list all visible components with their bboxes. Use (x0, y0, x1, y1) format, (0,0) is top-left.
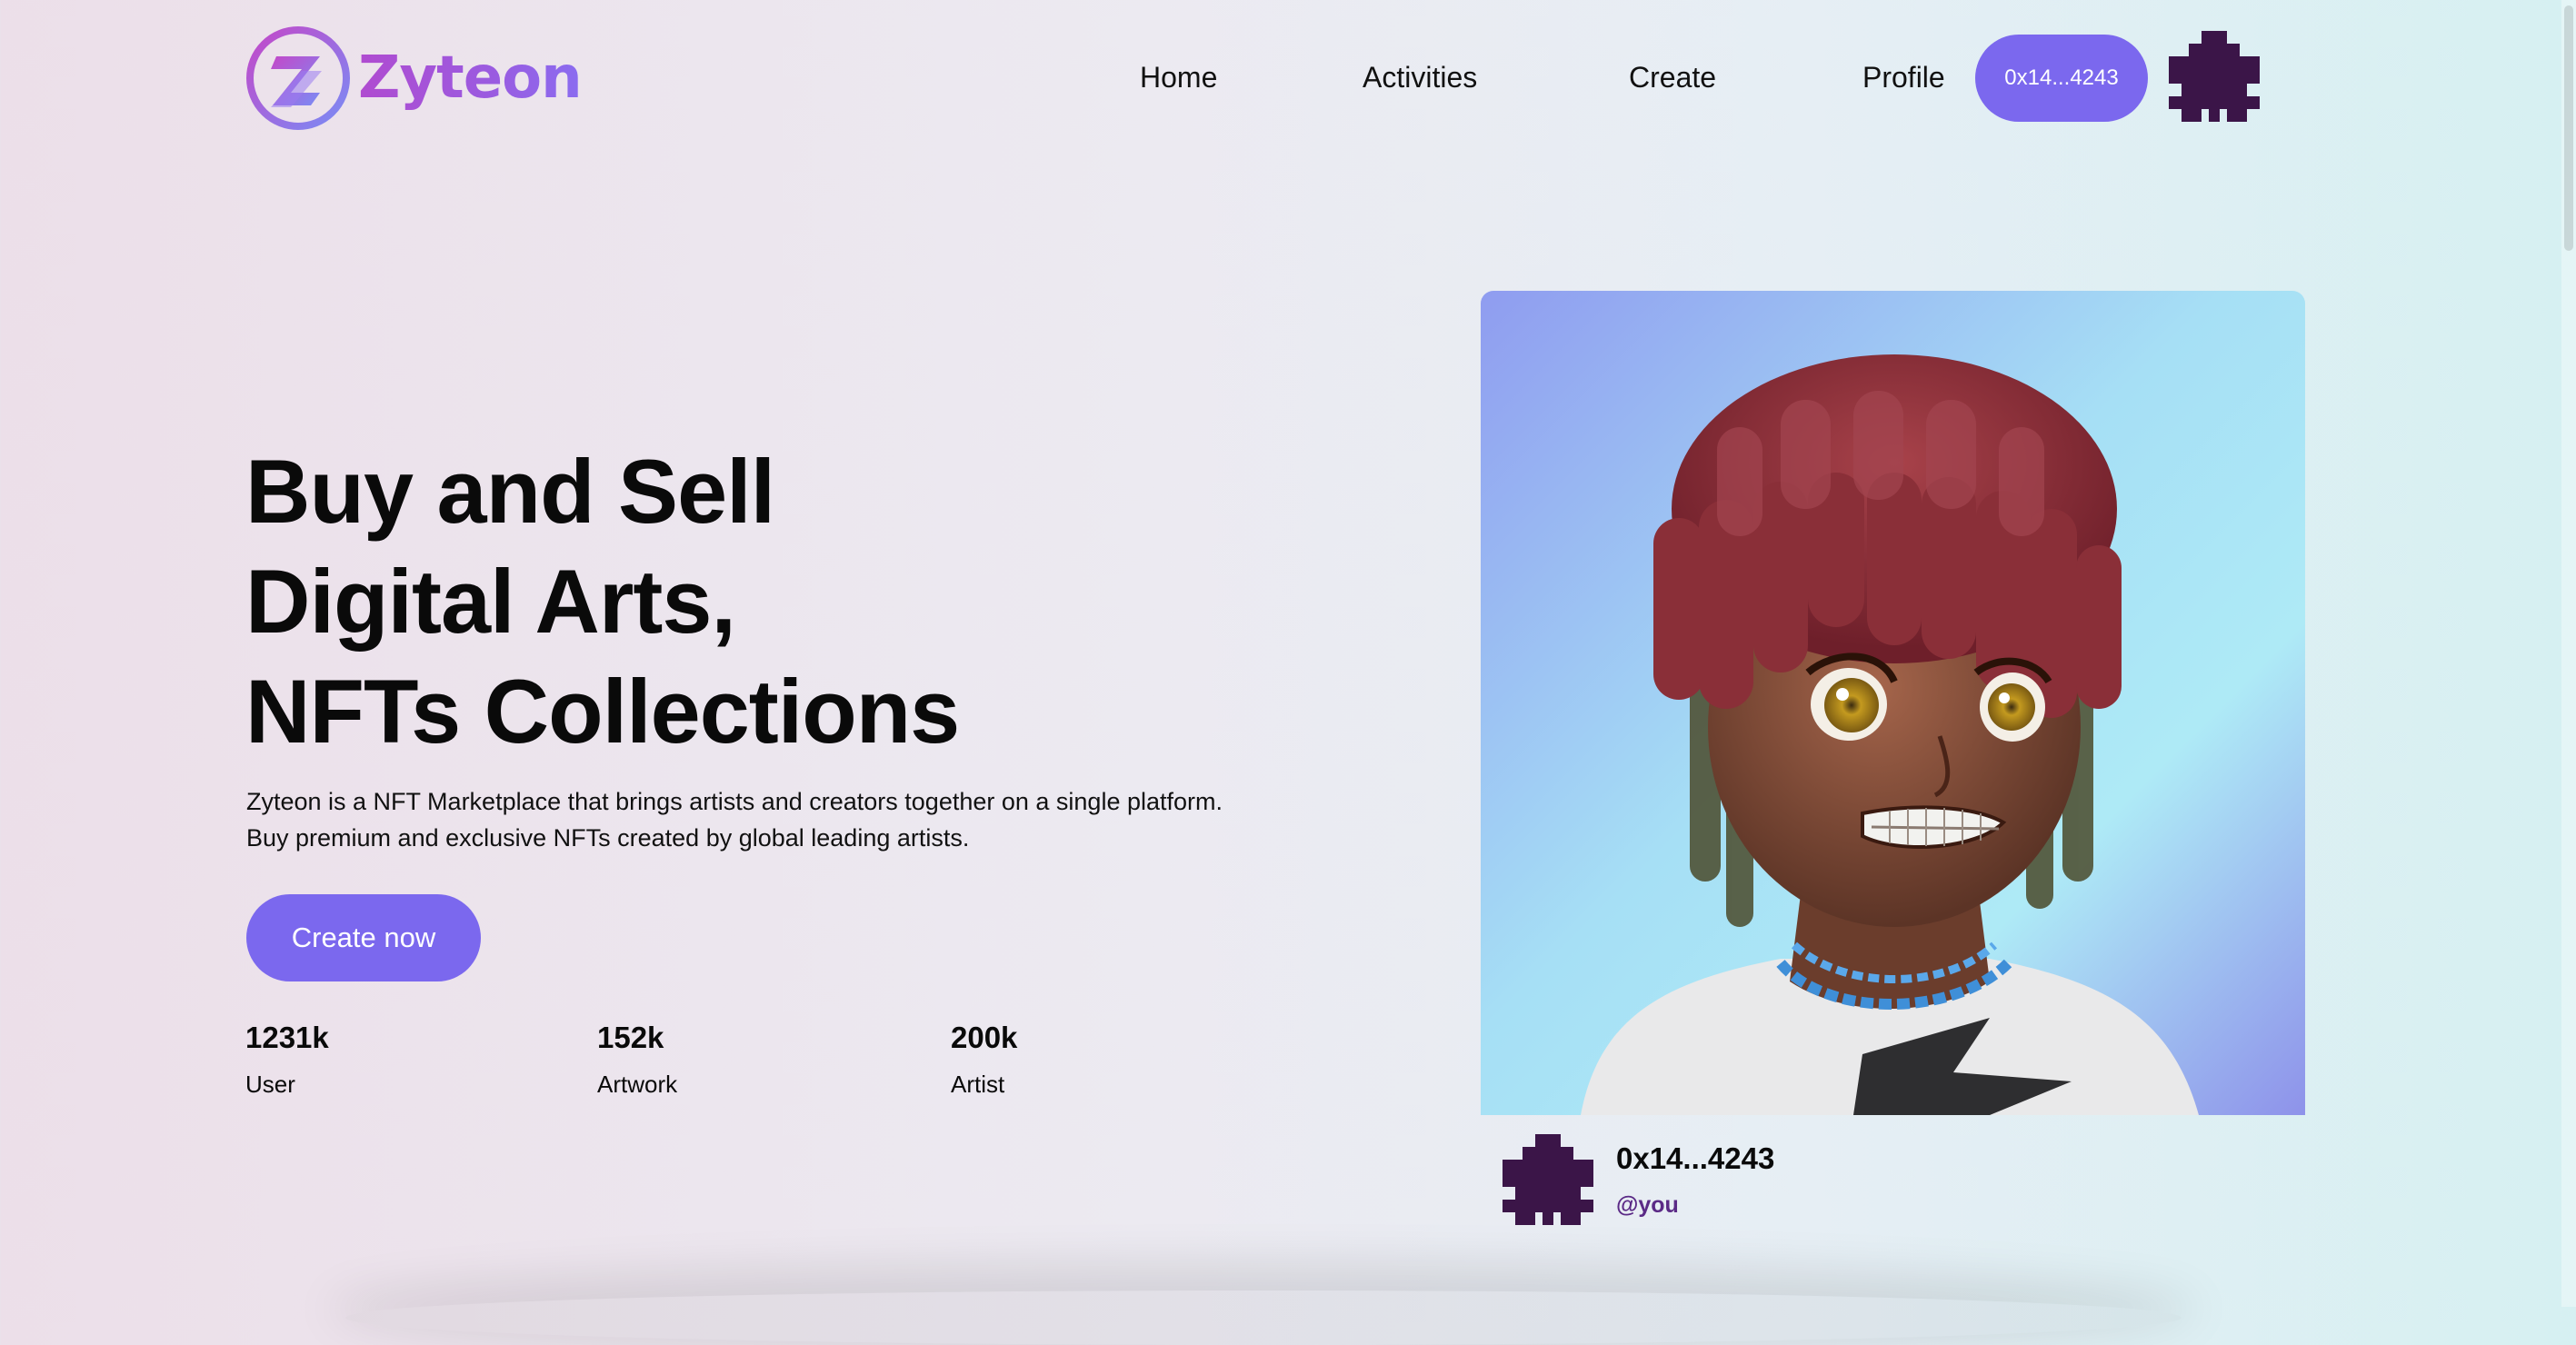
create-now-button[interactable]: Create now (246, 894, 481, 981)
hero-title: Buy and Sell Digital Arts, NFTs Collecti… (245, 441, 960, 762)
stat-label: Artist (951, 1071, 1005, 1098)
stat-artists: 200k Artist (951, 1020, 1017, 1100)
stat-label: Artwork (597, 1071, 678, 1098)
anime-character-artwork (1481, 291, 2305, 1115)
stat-value: 1231k (245, 1021, 329, 1054)
wallet-address-button[interactable]: 0x14...4243 (1975, 35, 2148, 122)
owner-address[interactable]: 0x14...4243 (1616, 1141, 1774, 1177)
featured-nft-image[interactable] (1481, 291, 2305, 1115)
brand-logo[interactable]: Zyteon (245, 25, 583, 131)
owner-handle[interactable]: @you (1616, 1191, 1679, 1220)
nav-profile[interactable]: Profile (1862, 56, 1945, 98)
stat-value: 152k (597, 1021, 664, 1054)
stat-value: 200k (951, 1021, 1018, 1054)
page-scrollbar[interactable] (2561, 0, 2576, 1307)
nav-create[interactable]: Create (1629, 56, 1716, 98)
stat-artworks: 152k Artwork (597, 1020, 677, 1100)
puzzle-avatar-icon[interactable] (2169, 31, 2260, 122)
nav-activities[interactable]: Activities (1363, 56, 1477, 98)
brand-name: Zyteon (358, 45, 583, 112)
stat-users: 1231k User (245, 1020, 329, 1100)
owner-avatar-icon[interactable] (1503, 1134, 1593, 1225)
scrollbar-thumb[interactable] (2564, 5, 2573, 251)
stat-label: User (245, 1071, 295, 1098)
hero-description: Zyteon is a NFT Marketplace that brings … (246, 788, 1223, 852)
next-section-shadow (345, 1290, 2182, 1345)
nav-home[interactable]: Home (1140, 56, 1217, 98)
z-logo-icon (246, 26, 350, 130)
